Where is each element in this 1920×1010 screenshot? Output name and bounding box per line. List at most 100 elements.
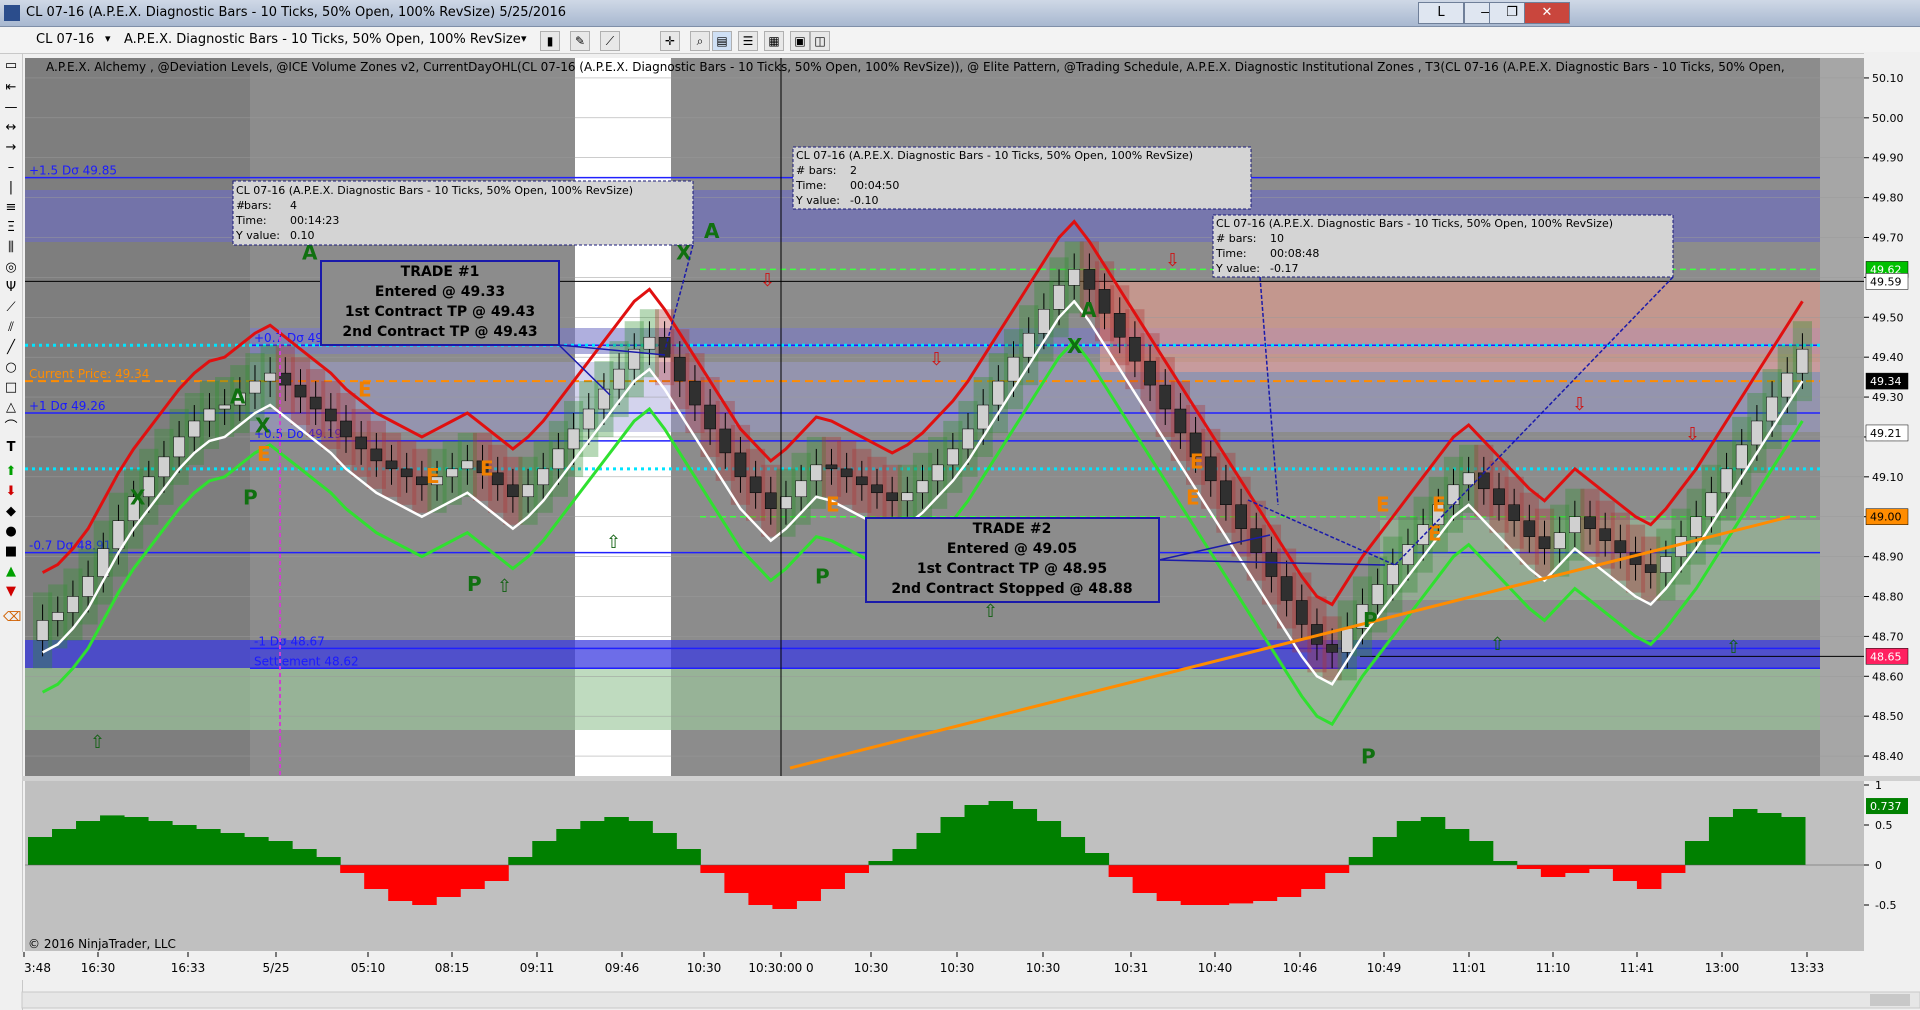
up-candle [1053,285,1065,310]
buy-arrow: ⇧ [90,732,105,753]
down-candle [1250,528,1263,553]
negative-bar [1516,865,1542,869]
positive-bar [1468,841,1494,865]
pattern-letter: X [255,413,271,437]
negative-bar [1300,865,1326,889]
up-candle [1022,332,1035,358]
positive-bar [100,815,125,865]
osc-value-label: 0.737 [1870,800,1902,813]
svg-text:Y value:: Y value: [1215,262,1260,275]
price-tick-label: 48.90 [1872,551,1904,564]
price-tick-label: 49.90 [1872,152,1904,165]
down-candle [294,384,307,398]
up-candle [188,420,201,438]
negative-bar [1228,865,1254,904]
positive-bar [1708,817,1734,865]
up-candle [552,448,565,470]
up-candle [582,408,595,430]
down-candle [1523,520,1536,537]
down-candle [385,460,398,470]
buy-arrow: ⇧ [606,532,621,553]
down-candle [1098,289,1111,314]
negative-bar [724,865,749,893]
trade-box-2: TRADE #2 Entered @ 49.05 1st Contract TP… [865,517,1160,603]
svg-text:Time:: Time: [1215,247,1247,260]
time-tick-label: 09:11 [520,961,555,975]
negative-bar [436,865,461,897]
positive-bar [1420,817,1446,865]
pattern-letter: E [826,493,840,517]
down-candle [840,468,853,478]
positive-bar [1684,841,1710,865]
down-candle [1493,488,1505,506]
positive-bar [556,829,581,865]
positive-bar [52,829,77,865]
scrollbar-thumb[interactable] [1870,994,1910,1006]
up-candle [51,612,64,621]
panel-separator[interactable] [22,776,1920,781]
positive-bar [1780,817,1806,865]
osc-tick-label: 0.5 [1875,819,1893,832]
positive-bar [1444,829,1470,865]
positive-bar [268,841,293,865]
svg-text:Y value:: Y value: [795,194,840,207]
osc-tick-label: 0 [1875,859,1882,872]
osc-tick-label: -0.5 [1875,899,1896,912]
positive-bar [292,849,317,865]
down-candle [1129,336,1141,362]
positive-bar [940,817,966,865]
up-candle [1690,516,1703,537]
up-candle [1675,536,1687,557]
sell-arrow: ⇩ [1572,394,1587,415]
down-candle [704,404,716,430]
positive-bar [508,857,533,865]
down-candle [1326,644,1338,653]
tooltip-2: CL 07-16 (A.P.E.X. Diagnostic Bars - 10 … [792,146,1252,210]
up-candle [1660,556,1672,573]
pattern-letter: P [815,565,830,589]
positive-bar [1036,821,1062,865]
pattern-letter: E [1428,521,1442,545]
negative-bar [1660,865,1686,873]
down-candle [1144,360,1156,386]
time-tick-label: 10:31 [1114,961,1149,975]
up-candle [446,468,459,478]
buy-arrow: ⇧ [983,601,998,622]
trade-1-line-3: 1st Contract TP @ 49.43 [345,304,535,320]
positive-bar [532,841,557,865]
sell-arrow: ⇩ [760,270,775,291]
positive-bar [1492,861,1518,865]
positive-bar [172,825,197,865]
down-candle [764,492,777,509]
negative-bar [1324,865,1350,873]
pattern-letter: P [243,485,258,509]
up-candle [1447,484,1460,506]
tooltip-2-time: 00:04:50 [850,179,899,192]
down-candle [1174,408,1187,434]
time-tick-label: 13:00 [1705,961,1740,975]
svg-text:# bars:: # bars: [796,164,836,177]
negative-bar [748,865,773,905]
down-candle [1508,504,1521,521]
down-candle [309,396,322,410]
chart-canvas[interactable]: +1.5 Dσ 49.85+0.7 Dσ 49.43Current Price:… [0,0,1920,1010]
sell-arrow: ⇩ [1165,250,1180,271]
positive-bar [676,849,701,865]
time-tick-label: 11:10 [1536,961,1571,975]
svg-text:Time:: Time: [235,214,267,227]
down-candle [1220,480,1232,506]
positive-bar [1396,821,1422,865]
price-tick-label: 49.80 [1872,192,1904,205]
horizontal-scrollbar[interactable] [21,991,1920,1009]
up-candle [780,496,792,509]
negative-bar [1108,865,1134,877]
time-tick-label: 3:48 [24,961,51,975]
positive-bar [28,837,53,865]
down-candle [1644,564,1657,573]
time-tick-label: 10:49 [1367,961,1402,975]
buy-arrow: ⇧ [1490,634,1505,655]
positive-bar [964,805,990,865]
tooltip-3-bars: 10 [1270,232,1284,245]
negative-bar [772,865,797,909]
pattern-letter: A [230,385,246,409]
